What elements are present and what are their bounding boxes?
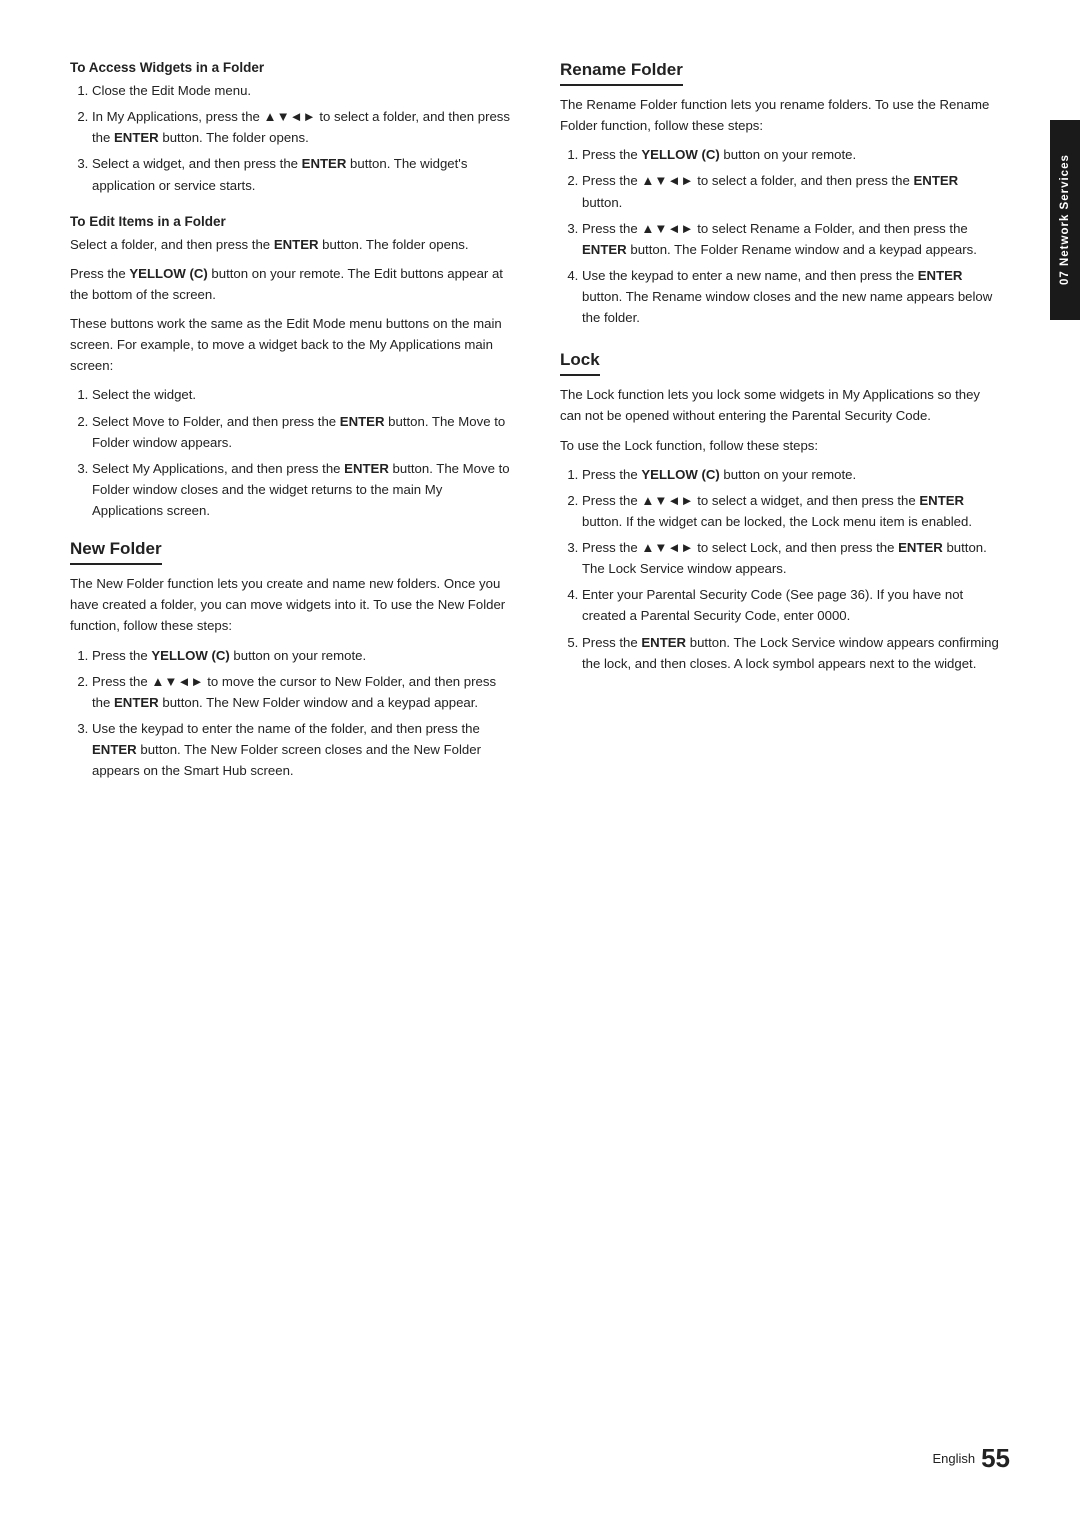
side-tab: 07 Network Services [1050,120,1080,320]
new-folder-heading: New Folder [70,539,162,565]
list-item: Close the Edit Mode menu. [92,80,510,101]
list-item: Select a widget, and then press the ENTE… [92,153,510,195]
edit-items-section: To Edit Items in a Folder Select a folde… [70,214,510,522]
new-folder-steps: Press the YELLOW (C) button on your remo… [70,645,510,782]
list-item: Select the widget. [92,384,510,405]
access-widgets-heading: To Access Widgets in a Folder [70,60,510,75]
page-container: 07 Network Services To Access Widgets in… [0,0,1080,1514]
list-item: Enter your Parental Security Code (See p… [582,584,1000,626]
list-item: Select Move to Folder, and then press th… [92,411,510,453]
list-item: Press the YELLOW (C) button on your remo… [92,645,510,666]
edit-items-p2: Press the YELLOW (C) button on your remo… [70,263,510,305]
lock-p1: The Lock function lets you lock some wid… [560,384,1000,426]
rename-folder-steps: Press the YELLOW (C) button on your remo… [560,144,1000,328]
two-column-layout: To Access Widgets in a Folder Close the … [70,60,1010,799]
footer-lang: English [932,1451,975,1466]
lock-p2: To use the Lock function, follow these s… [560,435,1000,456]
rename-folder-heading: Rename Folder [560,60,683,86]
list-item: Use the keypad to enter a new name, and … [582,265,1000,328]
list-item: Press the ▲▼◄► to move the cursor to New… [92,671,510,713]
rename-folder-p1: The Rename Folder function lets you rena… [560,94,1000,136]
right-column: Rename Folder The Rename Folder function… [560,60,1000,799]
list-item: Select My Applications, and then press t… [92,458,510,521]
lock-heading: Lock [560,350,600,376]
list-item: Press the ▲▼◄► to select Rename a Folder… [582,218,1000,260]
list-item: Press the YELLOW (C) button on your remo… [582,144,1000,165]
list-item: Press the ▲▼◄► to select Lock, and then … [582,537,1000,579]
edit-items-p1: Select a folder, and then press the ENTE… [70,234,510,255]
edit-items-heading: To Edit Items in a Folder [70,214,510,229]
list-item: Press the YELLOW (C) button on your remo… [582,464,1000,485]
rename-folder-section: Rename Folder The Rename Folder function… [560,60,1000,328]
list-item: Press the ENTER button. The Lock Service… [582,632,1000,674]
list-item: Press the ▲▼◄► to select a widget, and t… [582,490,1000,532]
new-folder-p1: The New Folder function lets you create … [70,573,510,636]
side-tab-text: 07 Network Services [1059,155,1071,286]
left-column: To Access Widgets in a Folder Close the … [70,60,510,799]
lock-steps: Press the YELLOW (C) button on your remo… [560,464,1000,674]
new-folder-section: New Folder The New Folder function lets … [70,539,510,781]
list-item: Use the keypad to enter the name of the … [92,718,510,781]
list-item: Press the ▲▼◄► to select a folder, and t… [582,170,1000,212]
lock-section: Lock The Lock function lets you lock som… [560,350,1000,674]
footer-page: 55 [981,1443,1010,1474]
edit-items-p3: These buttons work the same as the Edit … [70,313,510,376]
access-widgets-section: To Access Widgets in a Folder Close the … [70,60,510,196]
footer: English 55 [932,1443,1010,1474]
list-item: In My Applications, press the ▲▼◄► to se… [92,106,510,148]
access-widgets-steps: Close the Edit Mode menu. In My Applicat… [70,80,510,196]
edit-items-substeps: Select the widget. Select Move to Folder… [70,384,510,521]
